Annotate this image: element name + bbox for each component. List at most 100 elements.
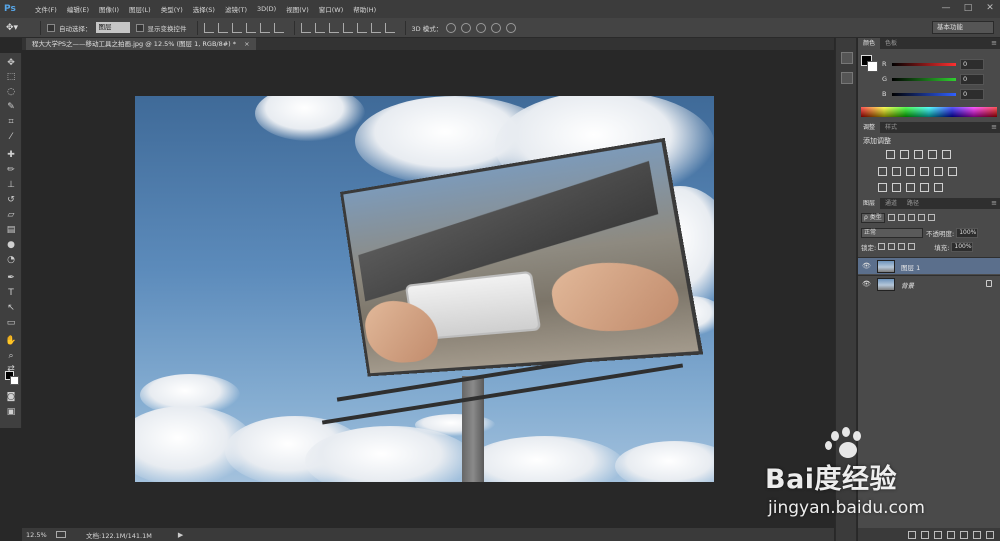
- filter-type-icon[interactable]: [907, 214, 915, 221]
- filter-adjustment-icon[interactable]: [897, 214, 905, 221]
- distribute-left-icon[interactable]: [342, 22, 353, 33]
- visibility-eye-icon[interactable]: 👁: [862, 280, 871, 288]
- tab-layers[interactable]: 图层: [858, 198, 881, 209]
- history-brush-tool-icon[interactable]: ↺: [4, 194, 18, 206]
- add-mask-icon[interactable]: [934, 530, 942, 539]
- move-tool-icon[interactable]: ✥: [4, 57, 18, 69]
- layer-filter-kind-dropdown[interactable]: ρ 类型: [861, 212, 885, 223]
- lock-transparent-icon[interactable]: [878, 243, 886, 250]
- tab-styles[interactable]: 样式: [880, 122, 902, 133]
- menu-filter[interactable]: 滤镜(T): [220, 4, 252, 14]
- hue-saturation-icon[interactable]: [878, 167, 887, 176]
- lock-position-icon[interactable]: [898, 243, 906, 250]
- new-group-folder-icon[interactable]: [960, 530, 968, 539]
- blend-mode-dropdown[interactable]: 正常: [861, 227, 923, 238]
- blur-tool-icon[interactable]: ●: [4, 239, 18, 251]
- auto-align-icon[interactable]: [384, 22, 395, 33]
- tab-color[interactable]: 颜色: [858, 38, 881, 49]
- hand-tool-icon[interactable]: ✋: [4, 335, 18, 347]
- align-vcenter-icon[interactable]: [217, 22, 228, 33]
- threshold-icon[interactable]: [906, 183, 915, 192]
- pen-tool-icon[interactable]: ✒: [4, 272, 18, 284]
- delete-layer-trash-icon[interactable]: [986, 530, 994, 539]
- menu-window[interactable]: 窗口(W): [314, 4, 349, 14]
- maximize-button[interactable]: □: [962, 2, 974, 14]
- color-background-swatch[interactable]: [867, 61, 878, 72]
- align-hcenter-icon[interactable]: [259, 22, 270, 33]
- channel-g-value[interactable]: 0: [960, 74, 984, 85]
- distribute-right-icon[interactable]: [370, 22, 381, 33]
- align-left-icon[interactable]: [245, 22, 256, 33]
- exposure-icon[interactable]: [928, 150, 937, 159]
- screen-mode-icon[interactable]: ▣: [4, 406, 18, 418]
- layer-row[interactable]: 👁 背景: [858, 275, 1000, 292]
- gradient-tool-icon[interactable]: ▤: [4, 224, 18, 236]
- channel-mixer-icon[interactable]: [934, 167, 943, 176]
- auto-select-dropdown[interactable]: 图层: [95, 22, 130, 33]
- align-bottom-icon[interactable]: [231, 22, 242, 33]
- lock-image-icon[interactable]: [888, 243, 896, 250]
- tab-channels[interactable]: 通道: [880, 198, 902, 209]
- channel-r-value[interactable]: 0: [960, 59, 984, 70]
- eraser-tool-icon[interactable]: ▱: [4, 209, 18, 221]
- curves-icon[interactable]: [914, 150, 923, 159]
- menu-help[interactable]: 帮助(H): [348, 4, 381, 14]
- close-button[interactable]: ✕: [984, 2, 996, 14]
- drag-3d-icon[interactable]: [476, 22, 487, 33]
- status-menu-arrow-icon[interactable]: ▶: [178, 531, 183, 539]
- show-transform-checkbox[interactable]: [135, 23, 144, 32]
- invert-icon[interactable]: [878, 183, 887, 192]
- posterize-icon[interactable]: [892, 183, 901, 192]
- menu-3d[interactable]: 3D(D): [252, 5, 281, 13]
- distribute-hcenter-icon[interactable]: [356, 22, 367, 33]
- rotate-3d-icon[interactable]: [446, 22, 457, 33]
- panel-menu-icon[interactable]: ≡: [991, 38, 997, 49]
- eyedropper-tool-icon[interactable]: ⁄: [4, 131, 18, 143]
- document-canvas-image[interactable]: [135, 96, 714, 482]
- distribute-vcenter-icon[interactable]: [314, 22, 325, 33]
- layer-row[interactable]: 👁 图层 1: [858, 257, 1000, 274]
- color-balance-icon[interactable]: [892, 167, 901, 176]
- color-lookup-icon[interactable]: [948, 167, 957, 176]
- fill-input[interactable]: 100%: [951, 241, 974, 252]
- tab-adjustments[interactable]: 调整: [858, 122, 881, 133]
- menu-layer[interactable]: 图层(L): [124, 4, 156, 14]
- filter-pixel-icon[interactable]: [887, 214, 895, 221]
- opacity-input[interactable]: 100%: [956, 227, 979, 238]
- lasso-tool-icon[interactable]: ◌: [4, 86, 18, 98]
- menu-file[interactable]: 文件(F): [30, 4, 62, 14]
- distribute-top-icon[interactable]: [300, 22, 311, 33]
- quick-select-tool-icon[interactable]: ✎: [4, 101, 18, 113]
- crop-tool-icon[interactable]: ⌗: [4, 116, 18, 128]
- healing-brush-tool-icon[interactable]: ✚: [4, 149, 18, 161]
- vibrance-icon[interactable]: [942, 150, 951, 159]
- zoom-level[interactable]: 12.5%: [22, 531, 52, 539]
- quick-mask-icon[interactable]: ◙: [4, 391, 18, 403]
- zoom-tool-icon[interactable]: ⌕: [4, 350, 18, 362]
- close-tab-icon[interactable]: ×: [244, 40, 249, 48]
- panel-menu-icon[interactable]: ≡: [991, 198, 997, 209]
- document-tab[interactable]: 程大大学PS之——移动工具之拍画.jpg @ 12.5% (图层 1, RGB/…: [26, 38, 256, 50]
- layer-name[interactable]: 背景: [901, 280, 914, 290]
- brush-tool-icon[interactable]: ✏: [4, 164, 18, 176]
- link-layers-icon[interactable]: [908, 530, 916, 539]
- gradient-map-icon[interactable]: [920, 183, 929, 192]
- filter-smart-object-icon[interactable]: [927, 214, 935, 221]
- channel-g-slider[interactable]: [892, 78, 956, 81]
- roll-3d-icon[interactable]: [461, 22, 472, 33]
- auto-select-checkbox[interactable]: [47, 23, 55, 32]
- dodge-tool-icon[interactable]: ◔: [4, 254, 18, 266]
- type-tool-icon[interactable]: T: [4, 287, 18, 299]
- color-spectrum-ramp[interactable]: [861, 107, 997, 117]
- levels-icon[interactable]: [900, 150, 909, 159]
- menu-edit[interactable]: 编辑(E): [62, 4, 94, 14]
- tab-paths[interactable]: 路径: [902, 198, 924, 209]
- scale-3d-icon[interactable]: [506, 22, 517, 33]
- selective-color-icon[interactable]: [934, 183, 943, 192]
- history-panel-icon[interactable]: [841, 52, 853, 64]
- panel-menu-icon[interactable]: ≡: [991, 122, 997, 133]
- menu-select[interactable]: 选择(S): [188, 4, 220, 14]
- channel-b-value[interactable]: 0: [960, 89, 984, 100]
- rectangle-tool-icon[interactable]: ▭: [4, 317, 18, 329]
- status-info-icon[interactable]: [56, 531, 66, 538]
